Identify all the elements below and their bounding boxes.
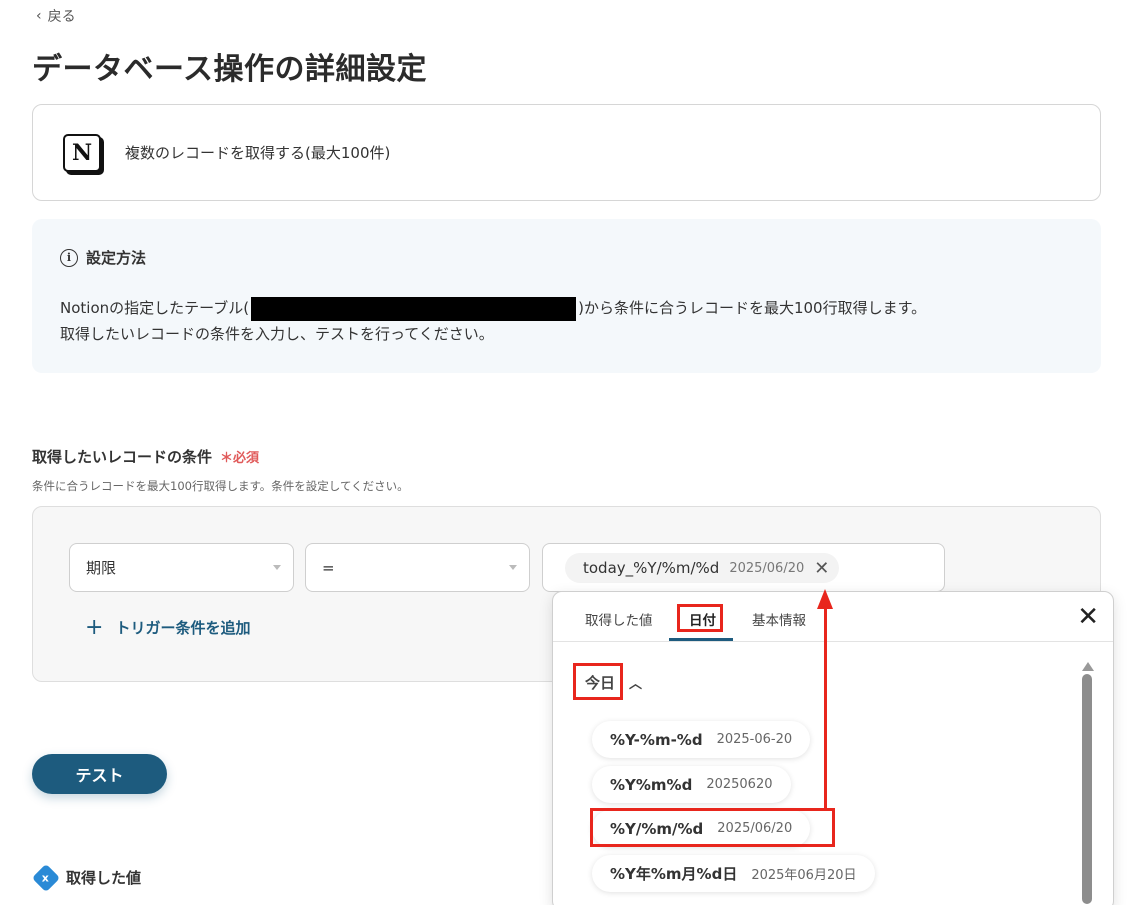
date-format-option[interactable]: %Y/%m/%d 2025/06/20: [592, 810, 811, 847]
annotation-arrow: [824, 606, 827, 809]
scroll-thumb[interactable]: [1082, 674, 1092, 904]
tab-got-values[interactable]: 取得した値: [585, 609, 653, 629]
tab-basic-info[interactable]: 基本情報: [752, 609, 806, 629]
caret-down-icon: [509, 565, 517, 570]
app-action-card: N 複数のレコードを取得する(最大100件): [32, 104, 1101, 201]
popup-tabs: 取得した値 日付 基本情報 ✕: [553, 592, 1113, 642]
conditions-description: 条件に合うレコードを最大100行取得します。条件を設定してください。: [32, 479, 409, 493]
conditions-label: 取得したいレコードの条件 ＊必須: [32, 448, 260, 466]
chevron-left-icon: ‹: [36, 8, 42, 24]
notion-logo-icon: N: [63, 133, 101, 172]
chip-remove-icon[interactable]: ✕: [814, 558, 829, 579]
date-format-option[interactable]: %Y%m%d 20250620: [592, 766, 791, 803]
annotation-arrow-head: [817, 589, 833, 609]
field-select[interactable]: 期限: [69, 543, 294, 592]
active-tab-indicator: [669, 638, 733, 641]
x-badge-icon: x: [31, 863, 61, 892]
info-text: Notionの指定したテーブル()から条件に合うレコードを最大100行取得します…: [60, 295, 926, 347]
close-icon[interactable]: ✕: [1077, 602, 1099, 632]
info-heading: i 設定方法: [60, 247, 146, 268]
chevron-up-icon: ︿: [629, 677, 643, 692]
date-format-option[interactable]: %Y年%m月%d日 2025年06月20日: [592, 855, 875, 892]
value-input[interactable]: today_%Y/%m/%d 2025/06/20 ✕: [542, 543, 945, 592]
back-link[interactable]: ‹ 戻る: [36, 6, 76, 26]
redacted-table-name: [251, 296, 577, 321]
info-icon: i: [60, 248, 78, 267]
scrollbar[interactable]: [1082, 662, 1094, 904]
plus-icon: +: [85, 615, 104, 640]
operator-select[interactable]: =: [305, 543, 530, 592]
back-label: 戻る: [47, 9, 76, 25]
info-box: i 設定方法 Notionの指定したテーブル()から条件に合うレコードを最大10…: [32, 219, 1101, 373]
page-title: データベース操作の詳細設定: [32, 52, 427, 87]
required-badge: ＊必須: [220, 451, 260, 466]
value-chip[interactable]: today_%Y/%m/%d 2025/06/20 ✕: [565, 553, 840, 583]
caret-down-icon: [273, 565, 281, 570]
got-values-label: x 取得した値: [31, 863, 141, 892]
variable-picker-popup: 取得した値 日付 基本情報 ✕ 今日 ︿ %Y-%m-%d 2025-06-20…: [552, 591, 1114, 905]
scroll-up-icon[interactable]: [1082, 662, 1094, 671]
test-button[interactable]: テスト: [32, 754, 167, 794]
action-name: 複数のレコードを取得する(最大100件): [125, 144, 391, 162]
date-format-option[interactable]: %Y-%m-%d 2025-06-20: [592, 721, 811, 758]
add-trigger-condition-button[interactable]: + トリガー条件を追加: [85, 615, 250, 640]
tab-date[interactable]: 日付: [689, 609, 716, 629]
section-today[interactable]: 今日 ︿: [585, 672, 642, 693]
